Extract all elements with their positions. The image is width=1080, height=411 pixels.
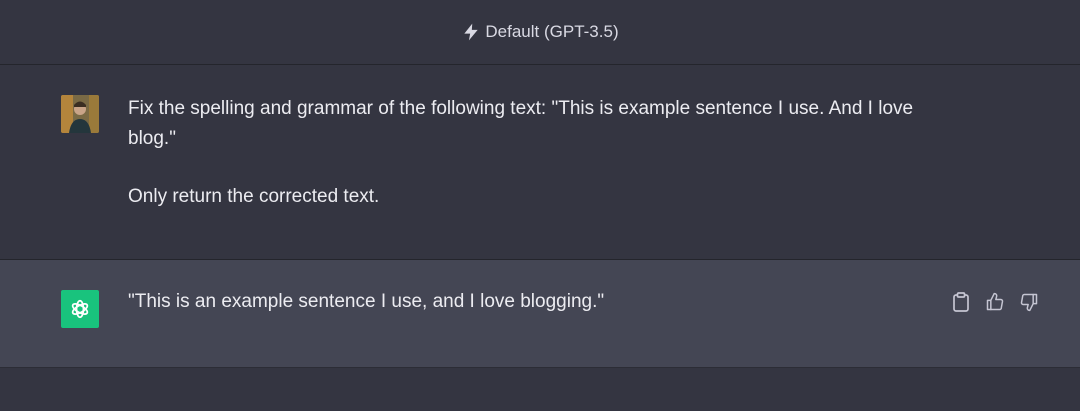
assistant-message: "This is an example sentence I use, and …	[0, 260, 1080, 368]
bottom-area	[0, 368, 1080, 411]
model-header: Default (GPT-3.5)	[0, 0, 1080, 65]
assistant-message-text: "This is an example sentence I use, and …	[128, 287, 948, 317]
clipboard-icon[interactable]	[951, 292, 971, 312]
assistant-reply: "This is an example sentence I use, and …	[128, 291, 605, 312]
thumbs-up-icon[interactable]	[985, 292, 1005, 312]
user-message-paragraph: Fix the spelling and grammar of the foll…	[128, 98, 914, 149]
thumbs-down-icon[interactable]	[1019, 292, 1039, 312]
user-message-paragraph: Only return the corrected text.	[128, 186, 380, 207]
lightning-bolt-icon	[461, 22, 481, 42]
user-avatar	[61, 95, 99, 133]
model-label: Default (GPT-3.5)	[485, 22, 619, 41]
message-actions	[951, 292, 1039, 312]
user-message: Fix the spelling and grammar of the foll…	[0, 65, 1080, 260]
user-message-text: Fix the spelling and grammar of the foll…	[128, 94, 948, 212]
openai-logo-icon	[61, 290, 99, 328]
